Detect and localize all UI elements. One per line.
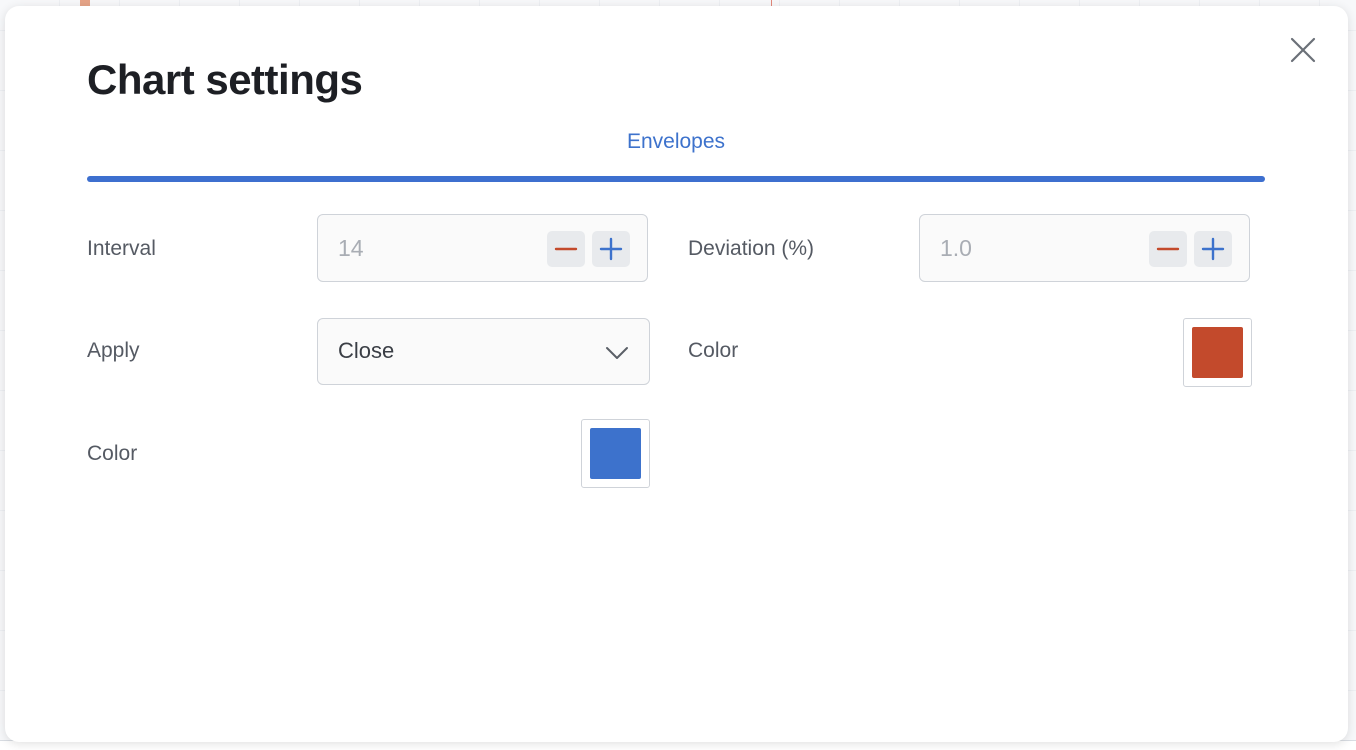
interval-increment-button[interactable] [592, 231, 630, 267]
chevron-down-icon [604, 341, 630, 363]
apply-select-value: Close [338, 338, 395, 363]
plus-icon [599, 237, 623, 261]
modal-title: Chart settings [87, 56, 363, 103]
deviation-label: Deviation (%) [688, 237, 815, 260]
interval-stepper [317, 214, 648, 282]
tab-envelopes[interactable]: Envelopes [87, 130, 1265, 160]
envelope-color-picker[interactable] [1183, 318, 1252, 387]
minus-icon [554, 247, 578, 251]
interval-label: Interval [87, 237, 156, 260]
minus-icon [1156, 247, 1180, 251]
interval-input[interactable] [338, 233, 538, 263]
chart-settings-modal: Chart settings Envelopes Interval Deviat… [5, 6, 1348, 742]
deviation-stepper [919, 214, 1250, 282]
line-color-picker[interactable] [581, 419, 650, 488]
apply-label: Apply [87, 339, 140, 362]
deviation-increment-button[interactable] [1194, 231, 1232, 267]
line-color-label: Color [87, 442, 138, 465]
envelope-color-swatch [1192, 327, 1243, 378]
deviation-decrement-button[interactable] [1149, 231, 1187, 267]
apply-select[interactable]: Close [317, 318, 650, 385]
deviation-input[interactable] [940, 233, 1140, 263]
active-tab-indicator [87, 176, 1265, 182]
envelope-color-label: Color [688, 339, 739, 362]
interval-decrement-button[interactable] [547, 231, 585, 267]
plus-icon [1201, 237, 1225, 261]
close-icon [1290, 37, 1316, 63]
line-color-swatch [590, 428, 641, 479]
close-button[interactable] [1287, 34, 1319, 66]
